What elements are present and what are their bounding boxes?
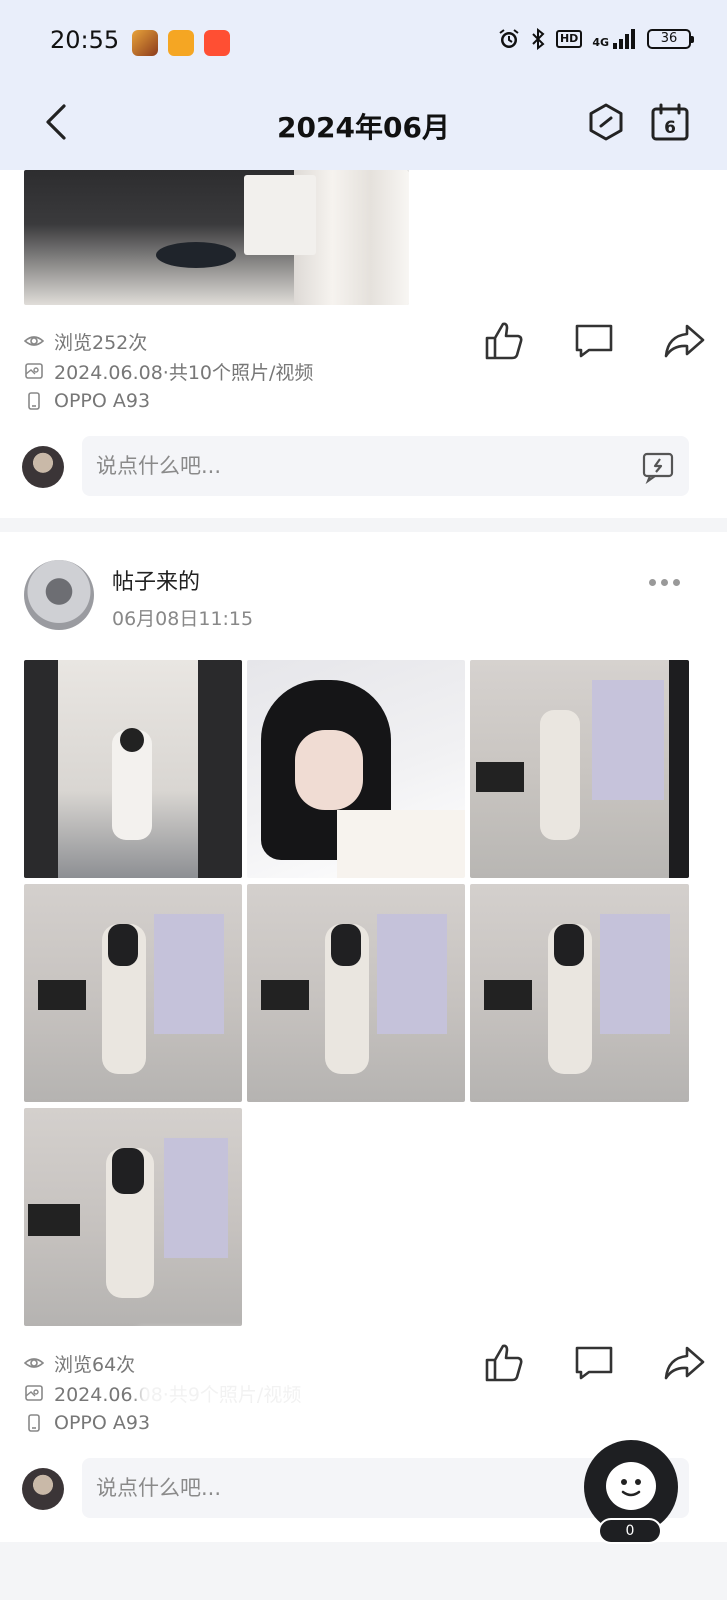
author-name[interactable]: 帖子来的 [112,564,200,596]
nav-bar: 2024年06月 6 [0,86,727,170]
like-icon[interactable] [481,1340,527,1386]
post-actions [481,1340,707,1386]
status-bar: 20:55 HD 4G 36 [0,0,727,86]
like-icon[interactable] [481,318,527,364]
post-photo[interactable] [24,170,409,305]
assistant-badge: 0 [598,1518,662,1544]
taobao-app-icon [204,30,230,56]
view-count: 浏览252次 [54,331,148,354]
top-bar: 20:55 HD 4G 36 2024年06月 6 [0,0,727,170]
network-label: 4G [592,36,609,49]
quick-reply-icon[interactable] [641,450,675,484]
comment-row [22,436,689,498]
status-time: 20:55 [50,26,120,54]
battery-indicator: 36 [647,29,694,49]
device-name: OPPO A93 [54,1412,151,1434]
date-info: 2024.06.08·共10个照片/视频 [54,361,314,384]
eye-icon [24,336,44,346]
grid-photo[interactable] [24,660,242,878]
share-icon[interactable] [661,1340,707,1386]
stool-base [156,242,236,268]
weibo-app-icon [168,30,194,56]
post-meta: 浏览252次 2024.06.08·共10个照片/视频 OPPO A93 [24,326,313,416]
signal-icon [613,29,635,49]
grid-photo[interactable] [247,660,465,878]
phone-icon [28,1414,40,1432]
device-name: OPPO A93 [54,390,151,412]
view-count: 浏览64次 [54,1353,136,1376]
grid-photo[interactable] [470,660,689,878]
calendar-icon: 6 [651,103,689,141]
more-dot-icon [661,578,668,586]
post-actions [481,318,707,364]
smiley-face-icon [606,1462,656,1510]
avatar[interactable] [24,560,94,630]
avatar [22,446,64,488]
filter-button[interactable] [584,100,628,144]
shopping-bag [244,175,316,255]
hd-indicator: HD [555,30,583,48]
post-timestamp: 06月08日11:15 [112,608,254,630]
post-card-1: 浏览252次 2024.06.08·共10个照片/视频 OPPO A93 [0,170,727,518]
hexagon-filter-icon [589,103,623,141]
album-icon [25,1385,43,1401]
comment-icon[interactable] [571,1340,617,1386]
grid-photo[interactable] [470,884,689,1102]
game-app-icon [132,30,158,56]
calendar-day: 6 [664,118,676,138]
comment-icon[interactable] [571,318,617,364]
more-dot-icon [649,578,656,586]
avatar [22,1468,64,1510]
post-card-2: 帖子来的 06月08日11:15 浏览64次 OPPO A93 说点什么吧... [0,532,727,1542]
share-icon[interactable] [661,318,707,364]
blurred-overlay [138,1330,328,1410]
grid-photo[interactable] [247,884,465,1102]
status-right: HD 4G 36 [498,28,694,50]
comment-input[interactable] [82,436,689,496]
more-options-button[interactable] [649,572,687,592]
calendar-button[interactable]: 6 [648,100,692,144]
grid-photo[interactable] [24,884,242,1102]
more-dot-icon [673,578,680,586]
notification-icons [132,30,230,56]
alarm-icon [499,29,519,48]
grid-photo[interactable] [24,1108,242,1326]
eye-icon [24,1358,44,1368]
album-icon [25,363,43,379]
phone-icon [28,392,40,410]
bluetooth-icon [532,28,545,50]
network-indicator: 4G [592,29,637,49]
